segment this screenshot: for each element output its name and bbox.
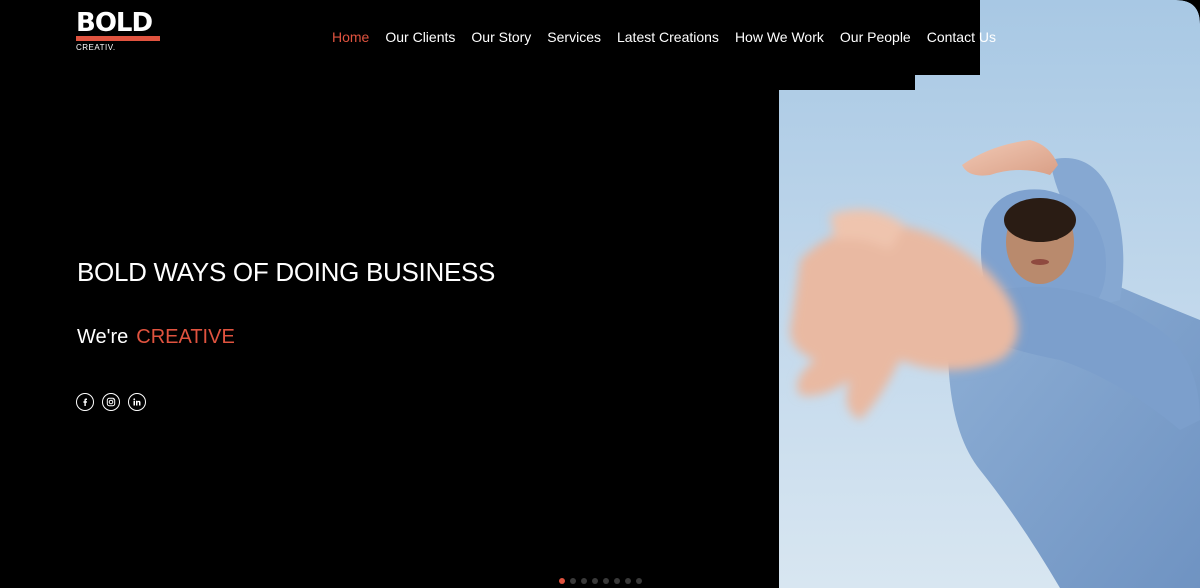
- nav-item-our-clients[interactable]: Our Clients: [385, 29, 455, 45]
- slider-dot-6[interactable]: [614, 578, 620, 584]
- logo-wordmark: BOLD: [76, 8, 153, 38]
- linkedin-icon[interactable]: [128, 393, 146, 411]
- brand-logo[interactable]: BOLD CREATIV.: [76, 8, 166, 52]
- nav-item-latest-creations[interactable]: Latest Creations: [617, 29, 719, 45]
- nav-item-our-people[interactable]: Our People: [840, 29, 911, 45]
- slider-dot-5[interactable]: [603, 578, 609, 584]
- facebook-icon[interactable]: [76, 393, 94, 411]
- instagram-icon[interactable]: [102, 393, 120, 411]
- hero-tagline: We're CREATIVE: [77, 325, 235, 349]
- slider-dot-4[interactable]: [592, 578, 598, 584]
- slider-dot-2[interactable]: [570, 578, 576, 584]
- nav-item-our-story[interactable]: Our Story: [471, 29, 531, 45]
- tagline-prefix: We're: [77, 326, 129, 348]
- nav-item-services[interactable]: Services: [547, 29, 601, 45]
- main-nav: Home Our Clients Our Story Services Late…: [332, 29, 1012, 45]
- social-links: [76, 393, 146, 411]
- logo-subtitle: CREATIV.: [76, 43, 116, 52]
- slider-pagination: [559, 578, 642, 584]
- hero-headline: BOLD WAYS OF DOING BUSINESS: [77, 257, 496, 287]
- tagline-rotating-word: CREATIVE: [136, 326, 235, 348]
- slider-dot-7[interactable]: [625, 578, 631, 584]
- nav-item-home[interactable]: Home: [332, 29, 369, 45]
- nav-item-contact-us[interactable]: Contact Us: [927, 29, 996, 45]
- hero-page: BOLD CREATIV. Home Our Clients Our Story…: [0, 0, 1200, 588]
- slider-dot-8[interactable]: [636, 578, 642, 584]
- hero-image: [0, 0, 1200, 588]
- slider-dot-3[interactable]: [581, 578, 587, 584]
- nav-item-how-we-work[interactable]: How We Work: [735, 29, 824, 45]
- slider-dot-1[interactable]: [559, 578, 565, 584]
